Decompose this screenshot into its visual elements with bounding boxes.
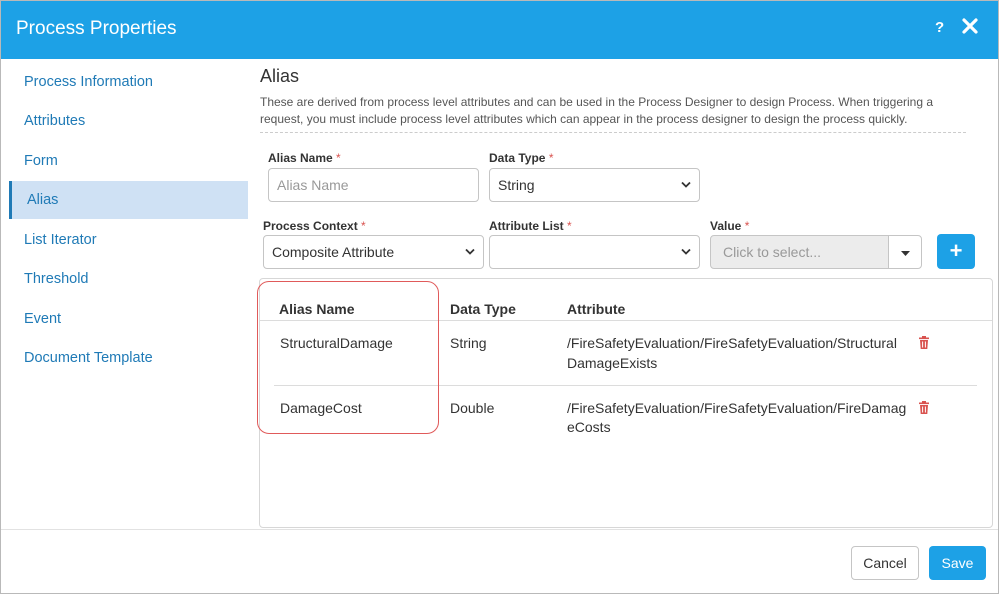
- row-2-attribute-line-1: /FireSafetyEvaluation/FireSafetyEvaluati…: [567, 400, 907, 416]
- section-divider: [260, 132, 966, 133]
- data-type-select[interactable]: String: [489, 168, 700, 202]
- save-button[interactable]: Save: [929, 546, 986, 580]
- attribute-list-label: Attribute List *: [489, 219, 572, 233]
- dialog-title: Process Properties: [16, 18, 177, 39]
- sidebar-item-event[interactable]: Event: [9, 300, 248, 338]
- value-input[interactable]: Click to select...: [710, 235, 889, 269]
- column-header-attribute: Attribute: [567, 301, 626, 317]
- trash-icon[interactable]: [918, 336, 930, 349]
- data-type-value: String: [498, 177, 535, 193]
- row-1-attribute-line-1: /FireSafetyEvaluation/FireSafetyEvaluati…: [567, 335, 897, 351]
- dialog-titlebar: Process Properties ?: [1, 1, 998, 59]
- chevron-down-icon: [681, 248, 691, 255]
- close-icon[interactable]: [961, 17, 979, 37]
- sidebar-item-document-template[interactable]: Document Template: [9, 339, 248, 377]
- caret-down-icon: [901, 251, 910, 256]
- alias-name-label: Alias Name *: [268, 151, 341, 165]
- process-properties-dialog: Process Properties ? Process Information…: [0, 0, 999, 594]
- sidebar-item-attributes[interactable]: Attributes: [9, 102, 248, 140]
- add-alias-button[interactable]: +: [937, 234, 975, 269]
- trash-icon[interactable]: [918, 401, 930, 414]
- value-dropdown-toggle[interactable]: [888, 235, 922, 269]
- sidebar-item-form[interactable]: Form: [9, 142, 248, 180]
- data-type-label: Data Type *: [489, 151, 554, 165]
- sidebar-item-process-information[interactable]: Process Information: [9, 63, 248, 101]
- row-2-data-type: Double: [450, 400, 495, 416]
- chevron-down-icon: [681, 181, 691, 188]
- row-1-attribute-line-2: DamageExists: [567, 355, 658, 371]
- section-description: These are derived from process level att…: [260, 95, 934, 126]
- section-title: Alias: [260, 66, 300, 86]
- sidebar-item-alias[interactable]: Alias: [9, 181, 248, 219]
- sidebar-item-list-iterator[interactable]: List Iterator: [9, 221, 248, 259]
- value-label: Value *: [710, 219, 750, 233]
- row-1-data-type: String: [450, 335, 487, 351]
- column-header-data-type: Data Type: [450, 301, 516, 317]
- chevron-down-icon: [465, 248, 475, 255]
- cancel-button[interactable]: Cancel: [851, 546, 919, 580]
- help-icon[interactable]: ?: [935, 19, 944, 36]
- attribute-list-select[interactable]: [489, 235, 700, 269]
- row-2-attribute-line-2: eCosts: [567, 419, 611, 435]
- alias-column-highlight: [257, 281, 439, 434]
- footer-divider: [1, 529, 998, 530]
- process-context-value: Composite Attribute: [272, 244, 395, 260]
- process-context-label: Process Context *: [263, 219, 366, 233]
- sidebar-item-threshold[interactable]: Threshold: [9, 260, 248, 298]
- alias-name-input[interactable]: Alias Name: [268, 168, 479, 202]
- process-context-select[interactable]: Composite Attribute: [263, 235, 484, 269]
